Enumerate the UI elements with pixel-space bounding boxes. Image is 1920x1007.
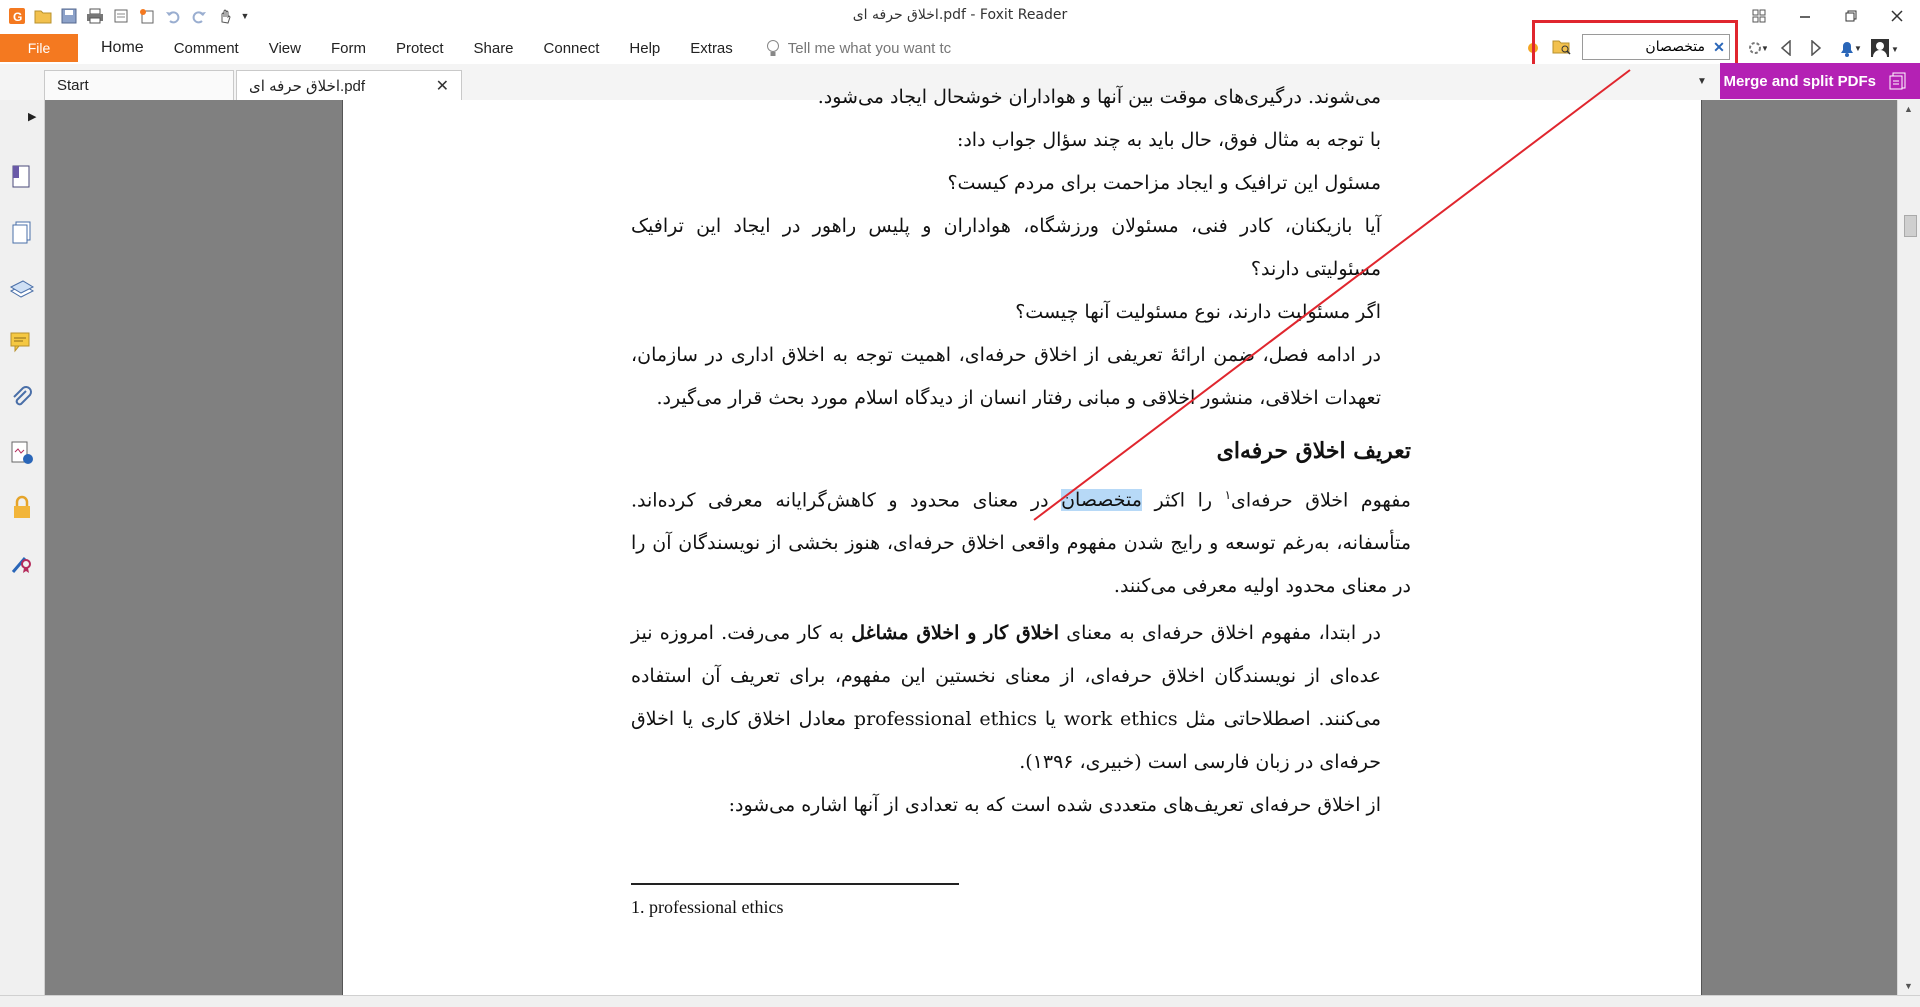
paragraph-8: از اخلاق حرفه‌ای تعریف‌های متعددی شده اس… — [728, 794, 1381, 817]
find-box: ✕ — [1582, 34, 1730, 60]
attachments-icon[interactable] — [9, 385, 35, 411]
paragraph-3: آیا بازیکنان، کادر فنی، مسئولان ورزشگاه،… — [631, 215, 1381, 280]
notification-bell-icon[interactable]: ▼ — [1838, 39, 1862, 60]
file-menu-button[interactable]: File — [0, 34, 78, 62]
window-title: اخلاق حرفه ای.pdf - Foxit Reader — [852, 7, 1068, 23]
search-highlight: متخصصان — [1061, 489, 1142, 512]
paragraph-top-cut: می‌شوند. درگیری‌های موقت بین آنها و هواد… — [817, 86, 1381, 108]
layers-icon[interactable] — [9, 275, 35, 301]
bookmarks-icon[interactable] — [9, 164, 35, 190]
lightbulb-icon — [766, 40, 779, 56]
section-heading: تعریف اخلاق حرفه‌ای — [1216, 438, 1411, 464]
menu-share[interactable]: Share — [459, 32, 529, 64]
tell-me-box[interactable]: Tell me what you want tc — [766, 39, 951, 57]
settings-gear-icon[interactable]: ▼ — [1747, 39, 1769, 60]
paragraph-5: در ادامه فصل، ضمن ارائهٔ تعریفی از اخلاق… — [631, 344, 1381, 409]
vertical-scrollbar[interactable]: ▲ ▼ — [1897, 100, 1920, 995]
close-window-icon[interactable] — [1874, 0, 1920, 32]
expand-sidebar-icon[interactable]: ▶ — [28, 110, 36, 123]
merge-split-promo-button[interactable]: Merge and split PDFs — [1720, 63, 1920, 99]
svg-text:▼: ▼ — [1891, 45, 1899, 54]
footnote-divider — [631, 883, 959, 885]
merge-split-label: Merge and split PDFs — [1723, 72, 1876, 90]
scroll-up-icon[interactable]: ▲ — [1904, 104, 1913, 114]
tab-start-label: Start — [57, 77, 89, 94]
comments-icon[interactable] — [9, 330, 35, 356]
document-viewport[interactable]: می‌شوند. درگیری‌های موقت بین آنها و هواد… — [45, 86, 1897, 995]
text-top-cut: می‌شوند. درگیری‌های موقت بین آنها و هواد… — [631, 76, 1411, 119]
certificate-icon[interactable] — [9, 550, 35, 576]
search-folder-icon[interactable] — [1552, 38, 1572, 59]
sun-icon[interactable] — [1525, 40, 1541, 59]
p6-mid: را اکثر — [1141, 489, 1225, 512]
text-column: با توجه به مثال فوق، حال باید به چند سؤا… — [631, 119, 1411, 827]
scrollbar-thumb[interactable] — [1904, 215, 1917, 237]
merge-pdf-icon — [1889, 72, 1906, 90]
menu-extras[interactable]: Extras — [675, 32, 748, 64]
paragraph-1: با توجه به مثال فوق، حال باید به چند سؤا… — [956, 129, 1381, 151]
paragraph-2: مسئول این ترافیک و ایجاد مزاحمت برای مرد… — [947, 172, 1381, 194]
menu-help[interactable]: Help — [614, 32, 675, 64]
menu-comment[interactable]: Comment — [159, 32, 254, 64]
menu-protect[interactable]: Protect — [381, 32, 459, 64]
clear-search-icon[interactable]: ✕ — [1709, 36, 1729, 58]
p7-after: به کار می‌رفت. امروزه نیز عده‌ای از نویس… — [631, 622, 1382, 774]
restore-icon[interactable] — [1828, 0, 1874, 32]
security-lock-icon[interactable] — [9, 495, 35, 521]
footnote-text: 1. professional ethics — [631, 897, 784, 917]
tab-start[interactable]: Start — [44, 70, 234, 100]
svg-text:▼: ▼ — [1854, 44, 1862, 53]
ribbon-display-icon[interactable] — [1736, 0, 1782, 32]
window-controls — [1736, 0, 1920, 32]
menu-connect[interactable]: Connect — [529, 32, 615, 64]
paragraph-4: اگر مسئولیت دارند، نوع مسئولیت آنها چیست… — [1015, 301, 1381, 323]
menu-form[interactable]: Form — [316, 32, 381, 64]
tab-document[interactable]: اخلاق حرفه ای.pdf ✕ — [236, 70, 462, 100]
paragraph-6: مفهوم اخلاق حرفه‌ای۱ را اکثر متخصصان در … — [631, 474, 1411, 608]
p6-before: مفهوم اخلاق حرفه‌ای — [1231, 489, 1411, 512]
menu-view[interactable]: View — [254, 32, 316, 64]
tabs-dropdown-icon[interactable]: ▼ — [1697, 76, 1707, 87]
search-input[interactable] — [1583, 36, 1709, 58]
pages-thumbnail-icon[interactable] — [9, 220, 35, 246]
minimize-icon[interactable] — [1782, 0, 1828, 32]
scroll-down-icon[interactable]: ▼ — [1904, 981, 1913, 991]
tab-document-label: اخلاق حرفه ای.pdf — [249, 77, 366, 95]
pdf-page: می‌شوند. درگیری‌های موقت بین آنها و هواد… — [342, 86, 1702, 995]
svg-text:▼: ▼ — [1761, 44, 1767, 53]
previous-result-icon[interactable] — [1780, 39, 1792, 59]
user-account-icon[interactable]: ▼ — [1870, 38, 1900, 61]
paragraph-7: در ابتدا، مفهوم اخلاق حرفه‌ای به معنای ا… — [631, 612, 1411, 784]
signature-panel-icon[interactable] — [9, 440, 35, 466]
navigation-sidebar: ▶ — [0, 100, 45, 1006]
p7-bold: اخلاق کار و اخلاق مشاغل — [851, 622, 1060, 645]
status-bar — [0, 995, 1920, 1007]
tell-me-placeholder: Tell me what you want tc — [787, 39, 952, 57]
title-bar: G ▼ اخلاق حرفه ای.pdf - Foxit Reader — [0, 0, 1920, 32]
next-result-icon[interactable] — [1810, 39, 1822, 59]
menu-home[interactable]: Home — [86, 32, 159, 64]
p7-before: در ابتدا، مفهوم اخلاق حرفه‌ای به معنای — [1059, 622, 1381, 645]
close-tab-icon[interactable]: ✕ — [436, 76, 449, 96]
